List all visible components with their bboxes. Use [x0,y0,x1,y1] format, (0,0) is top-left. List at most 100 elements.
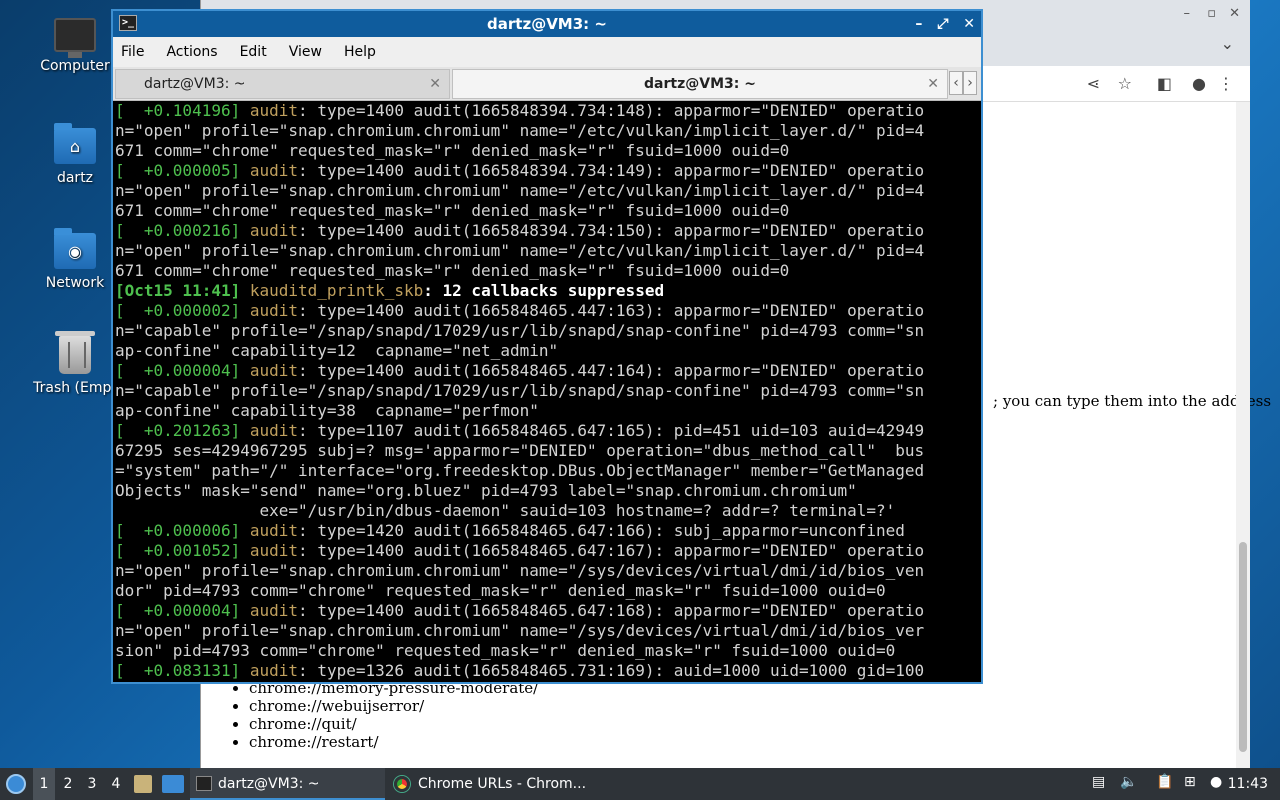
volume-icon[interactable]: 🔈 [1120,774,1137,790]
line-timestamp: [ +0.083131] [115,661,241,680]
line-timestamp: [ +0.104196] [115,101,241,120]
terminal-line: [ +0.000004] audit: type=1400 audit(1665… [115,601,981,621]
bookmark-star-icon[interactable]: ☆ [1118,74,1132,93]
tab-terminal-2[interactable]: dartz@VM3: ~ ✕ [452,69,948,99]
workspace-1[interactable]: 1 [33,768,55,800]
line-text: ="system" path="/" interface="org.freede… [115,461,925,480]
menu-view[interactable]: View [289,44,322,60]
share-icon[interactable]: ⋖ [1087,74,1100,93]
line-text: : type=1326 audit(1665848465.731:169): a… [298,661,925,680]
file-manager-launcher-icon[interactable] [134,775,152,793]
menu-kebab-icon[interactable]: ⋮ [1218,74,1234,93]
line-text: 671 comm="chrome" requested_mask="r" den… [115,261,790,280]
terminal-line: exe="/usr/bin/dbus-daemon" sauid=103 hos… [115,501,981,521]
workspace-2[interactable]: 2 [57,768,79,800]
side-panel-icon[interactable]: ◧ [1157,74,1172,93]
terminal-line: [ +0.083131] audit: type=1326 audit(1665… [115,661,981,681]
desktop-icon-trash[interactable]: Trash (Empt [25,331,125,396]
line-audit-tag: audit [249,101,299,120]
start-menu-icon[interactable] [6,774,26,794]
terminal-line: n="open" profile="snap.chromium.chromium… [115,561,981,581]
maximize-icon[interactable]: ▫ [1207,6,1216,21]
profile-icon[interactable]: ● [1192,74,1206,93]
terminal-output[interactable]: [ +0.104196] audit: type=1400 audit(1665… [113,101,981,682]
network-icon[interactable]: ⊞ [1184,774,1196,790]
terminal-line: n="open" profile="snap.chromium.chromium… [115,241,981,261]
chevron-down-icon[interactable]: ⌄ [1221,34,1234,53]
workspace-3[interactable]: 3 [81,768,103,800]
terminal-icon: >_ [119,15,137,31]
desktop-icon-network[interactable]: ◉ Network [25,228,125,291]
terminal-line: ap-confine" capability=12 capname="net_a… [115,341,981,361]
line-text: exe="/usr/bin/dbus-daemon" sauid=103 hos… [115,501,896,520]
task-chrome[interactable]: Chrome URLs - Chrom... [390,768,590,800]
line-space [240,101,250,120]
terminal-line: [ +0.000005] audit: type=1400 audit(1665… [115,161,981,181]
menu-help[interactable]: Help [344,44,376,60]
desktop-icon-computer[interactable]: Computer [25,18,125,74]
notification-icon[interactable]: ● [1210,774,1222,790]
line-timestamp: [ +0.000216] [115,221,241,240]
close-icon[interactable]: ✕ [963,16,975,32]
line-text: ap-confine" capability=12 capname="net_a… [115,341,559,360]
line-text: : type=1420 audit(1665848465.647:166): s… [298,521,905,540]
close-tab-icon[interactable]: ✕ [429,70,441,98]
line-timestamp: [ +0.000006] [115,521,241,540]
terminal-tabbar: dartz@VM3: ~ ✕ dartz@VM3: ~ ✕ ‹ › [113,67,981,101]
line-audit-tag: audit [249,521,299,540]
line-text: n="open" profile="snap.chromium.chromium… [115,121,925,140]
line-text: : type=1400 audit(1665848465.447:164): a… [298,361,925,380]
menu-bar: File Actions Edit View Help [113,37,981,67]
line-audit-tag: audit [249,301,299,320]
minimize-icon[interactable]: – [915,16,922,32]
line-text: : type=1400 audit(1665848465.647:167): a… [298,541,925,560]
list-item[interactable]: chrome://quit/ [249,715,538,733]
line-audit-tag: audit [249,221,299,240]
terminal-line: ="system" path="/" interface="org.freede… [115,461,981,481]
minimize-icon[interactable]: – [1184,6,1191,21]
desktop-icon-home[interactable]: ⌂ dartz [25,123,125,186]
task-terminal[interactable]: dartz@VM3: ~ [190,768,385,800]
tab-terminal-1[interactable]: dartz@VM3: ~ ✕ [115,69,450,99]
terminal-line: 671 comm="chrome" requested_mask="r" den… [115,201,981,221]
tab-scroll-arrows: ‹ › [949,71,977,95]
desktop-launcher-icon[interactable] [162,775,184,793]
terminal-line: 67295 ses=4294967295 subj=? msg='apparmo… [115,441,981,461]
line-audit-tag: audit [249,421,299,440]
line-space [240,421,250,440]
workspace-4[interactable]: 4 [105,768,127,800]
maximize-icon[interactable]: ⤢ [937,16,948,32]
line-text: : type=1107 audit(1665848465.647:165): p… [298,421,925,440]
close-icon[interactable]: ✕ [1229,6,1240,21]
clipboard-icon[interactable]: 📋 [1156,774,1173,790]
line-audit-tag: audit [249,601,299,620]
terminal-line: [ +0.000216] audit: type=1400 audit(1665… [115,221,981,241]
line-text: n="open" profile="snap.chromium.chromium… [115,621,925,640]
menu-file[interactable]: File [121,44,144,60]
line-space [240,601,250,620]
terminal-titlebar[interactable]: >_ dartz@VM3: ~ – ⤢ ✕ [113,11,981,37]
list-item[interactable]: chrome://webuijserror/ [249,697,538,715]
line-space [240,521,250,540]
terminal-line: Objects" mask="send" name="org.bluez" pi… [115,481,981,501]
task-label: Chrome URLs - Chrom... [418,776,587,792]
terminal-line: dor" pid=4793 comm="chrome" requested_ma… [115,581,981,601]
chevron-right-icon[interactable]: › [963,71,977,95]
line-text: n="open" profile="snap.chromium.chromium… [115,241,925,260]
list-item[interactable]: chrome://restart/ [249,733,538,751]
page-scrollbar[interactable] [1236,102,1250,768]
line-text: ap-confine" capability=38 capname="perfm… [115,401,539,420]
line-text: 671 comm="chrome" requested_mask="r" den… [115,201,790,220]
window-title: dartz@VM3: ~ [487,15,607,33]
close-tab-icon[interactable]: ✕ [927,70,939,98]
chevron-left-icon[interactable]: ‹ [949,71,963,95]
updates-icon[interactable]: ▤ [1092,774,1105,790]
terminal-line: n="open" profile="snap.chromium.chromium… [115,121,981,141]
menu-edit[interactable]: Edit [240,44,267,60]
menu-actions[interactable]: Actions [166,44,217,60]
line-audit-tag: audit [249,361,299,380]
line-text: : type=1400 audit(1665848394.734:149): a… [298,161,925,180]
clock[interactable]: 11:43 [1228,768,1268,800]
scrollbar-thumb[interactable] [1239,542,1247,752]
page-paragraph: ; you can type them into the address [993,392,1272,410]
